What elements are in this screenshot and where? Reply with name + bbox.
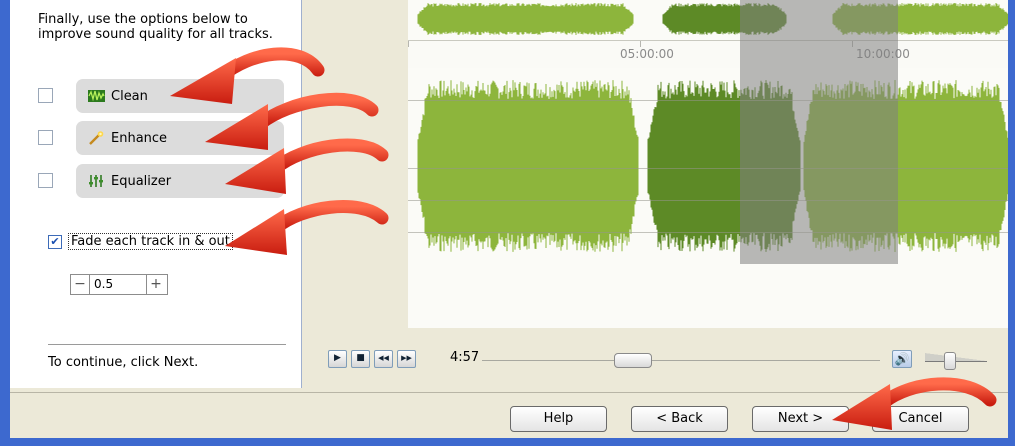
fade-duration-stepper: − 0.5 + (70, 274, 168, 295)
intro-text: Finally, use the options below to improv… (38, 12, 273, 42)
volume-track[interactable] (925, 353, 987, 361)
upper-waveform-strip (417, 3, 1008, 35)
time-ruler: 05:00:00 10:00:00 (408, 40, 1008, 68)
skip-back-icon: ◀◀ (378, 354, 389, 362)
bottom-separator (10, 392, 1008, 393)
waveform-area[interactable]: 05:00:00 10:00:00 (408, 0, 1008, 328)
seek-slider-thumb[interactable] (614, 353, 653, 368)
stop-icon: ■ (356, 353, 365, 363)
equalizer-button[interactable]: Equalizer (76, 164, 284, 198)
playback-time: 4:57 (450, 350, 480, 365)
waveform (417, 80, 1008, 252)
volume-slider-thumb[interactable] (943, 352, 956, 370)
enhance-button[interactable]: Enhance (76, 121, 284, 155)
waveform-gridline (408, 168, 1008, 169)
enhance-checkbox[interactable] (38, 130, 53, 145)
enhance-label: Enhance (111, 130, 168, 146)
waveform-gridline (408, 232, 1008, 233)
increment-button[interactable]: + (147, 275, 165, 294)
next-track-button[interactable]: ▶▶ (397, 350, 416, 368)
waveform-gridline (408, 200, 1008, 201)
divider (48, 344, 286, 345)
continue-text: To continue, click Next. (48, 355, 199, 370)
waveform-gridline (408, 100, 1008, 101)
enhance-wand-icon (88, 131, 105, 145)
stop-button[interactable]: ■ (351, 350, 370, 368)
option-row-enhance: Enhance (38, 121, 288, 155)
clean-icon (88, 89, 105, 103)
selection-region[interactable] (740, 0, 898, 264)
equalizer-checkbox[interactable] (38, 173, 53, 188)
play-button[interactable]: ▶ (328, 350, 347, 368)
skip-forward-icon: ▶▶ (401, 354, 412, 362)
decrement-button[interactable]: − (71, 275, 89, 294)
option-row-clean: Clean (38, 79, 288, 113)
speaker-icon[interactable]: 🔊 (892, 350, 912, 368)
clean-checkbox[interactable] (38, 88, 53, 103)
options-panel: Finally, use the options below to improv… (10, 0, 302, 388)
back-button[interactable]: < Back (631, 406, 728, 432)
fade-duration-input[interactable]: 0.5 (89, 275, 147, 294)
equalizer-icon (88, 174, 105, 188)
play-icon: ▶ (334, 353, 341, 363)
transport-bar: ▶ ■ ◀◀ ▶▶ 4:57 🔊 (310, 328, 1008, 388)
timeline-panel: 05:00:00 10:00:00 ▶ ■ ◀◀ ▶▶ 4:57 🔊 (310, 0, 1008, 388)
previous-button[interactable]: ◀◀ (374, 350, 393, 368)
volume-baseline (925, 361, 987, 362)
next-button[interactable]: Next > (752, 406, 849, 432)
fade-checkbox[interactable]: ✔ (48, 235, 62, 249)
equalizer-label: Equalizer (111, 173, 172, 189)
ruler-label-5min: 05:00:00 (620, 47, 674, 61)
clean-label: Clean (111, 88, 148, 104)
cancel-button[interactable]: Cancel (872, 406, 969, 432)
option-row-equalizer: Equalizer (38, 164, 288, 198)
seek-track[interactable] (482, 360, 880, 361)
fade-label[interactable]: Fade each track in & out (68, 233, 233, 250)
clean-button[interactable]: Clean (76, 79, 284, 113)
help-button[interactable]: Help (510, 406, 607, 432)
